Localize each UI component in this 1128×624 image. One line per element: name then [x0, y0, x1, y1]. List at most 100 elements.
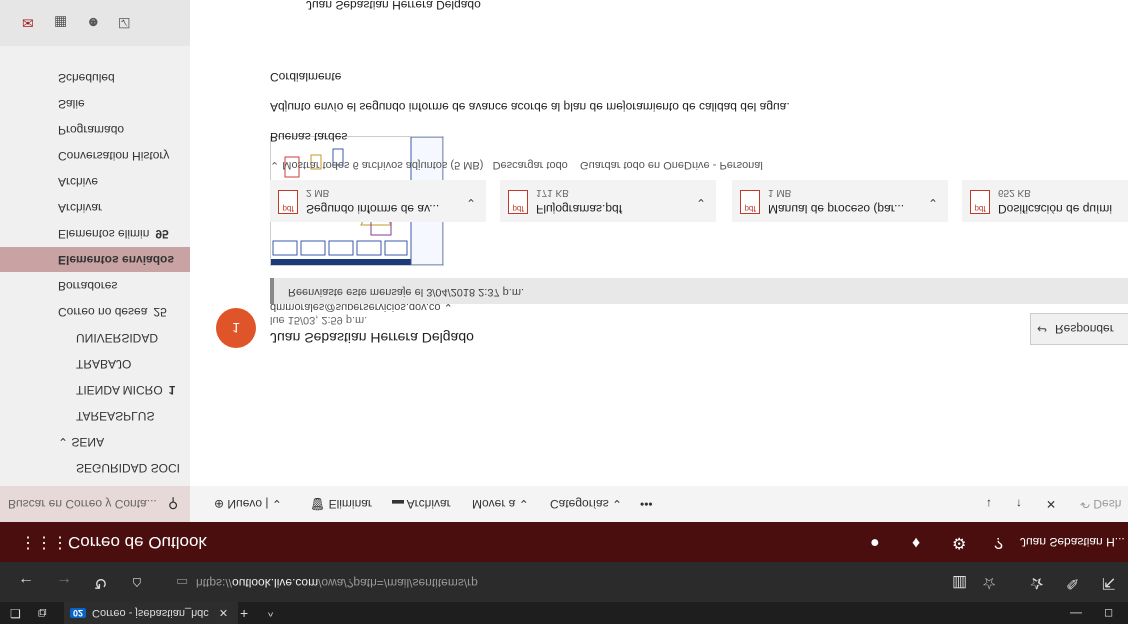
restore-window-icon[interactable]: ❐ [10, 605, 21, 621]
folder-label: UNIVERSIDAD [76, 331, 159, 345]
folder-label: Archive [58, 175, 99, 189]
move-to-button[interactable]: Mover a ⌄ [472, 497, 529, 511]
show-all-attachments-link[interactable]: ⌄ Mostrar todos 6 archivos adjuntos (5 M… [270, 159, 483, 171]
attachment-card[interactable]: pdf Dosificación de quími 652 KB [962, 180, 1128, 222]
reading-view-icon[interactable]: ▥ [952, 574, 967, 591]
folder-label: TAREASPLUS [76, 409, 155, 423]
tab-favicon: 02 [70, 608, 87, 618]
minimize-icon[interactable]: — [1070, 606, 1082, 622]
attachment-card[interactable]: pdf Manual de proceso (par... 1 MB ⌄ [732, 180, 948, 222]
help-icon[interactable]: ? [994, 534, 1003, 551]
folder-item[interactable]: ⌄ SENA [0, 429, 190, 454]
new-button[interactable]: ⊕ Nuevo | ⌄ [214, 497, 282, 511]
folder-item[interactable]: Salie [0, 91, 190, 116]
reply-icon: ↩ [1037, 322, 1048, 336]
notes-icon[interactable]: ✎ [1066, 574, 1079, 591]
attachments-actions: ⌄ Mostrar todos 6 archivos adjuntos (5 M… [270, 159, 763, 172]
arrow-down-icon[interactable]: ↓ [986, 497, 992, 511]
attachment-card[interactable]: pdf Segundo informe de av... 2 MB ⌄ [270, 180, 486, 222]
app-launcher-icon[interactable]: ⋮⋮⋮ [20, 534, 68, 551]
folder-label: Programado [58, 123, 125, 137]
notifications-icon[interactable]: ♦ [912, 534, 920, 551]
new-tab-icon[interactable]: + [240, 606, 248, 622]
chevron-down-icon[interactable]: ⌄ [928, 196, 938, 210]
user-name[interactable]: Juan Sebastian H... [1020, 535, 1125, 549]
archive-button[interactable]: ▬ Archivar [392, 497, 451, 511]
reply-button[interactable]: Responder ↩ [1030, 313, 1128, 345]
browser-tab[interactable]: 02 Correo - jsebastian_hdc ✕ [64, 602, 238, 624]
folder-item[interactable]: Archive [0, 169, 190, 194]
tab-preview-icon[interactable]: ⧉ [38, 605, 47, 621]
forwarded-text: Reenviaste este mensaje el 3/04/2018 2:3… [288, 286, 525, 298]
folder-label: Elementos enviados [58, 253, 175, 267]
folder-item[interactable]: Programado [0, 117, 190, 142]
folder-item[interactable]: Conversation History [0, 143, 190, 168]
folder-item[interactable]: TAREASPLUS [0, 403, 190, 428]
unread-count: 95 [155, 227, 169, 241]
settings-gear-icon[interactable]: ⚙ [952, 534, 966, 551]
mail-icon[interactable]: ✉ [22, 15, 34, 31]
attachment-size: 1 MB [768, 187, 792, 198]
reply-label: Responder [1055, 322, 1114, 336]
reading-pane: 1 Juan Sebastian Herrera Delgado lue 15/… [190, 0, 1128, 486]
more-commands-icon[interactable]: ••• [640, 497, 653, 511]
attachment-card[interactable]: pdf Flujogramas.pdf 171 KB ⌄ [500, 180, 716, 222]
signature: Juan Sebastian Herrera Delgado [306, 0, 481, 12]
folder-label: Borradores [58, 279, 118, 293]
folder-item[interactable]: TRABAJO [0, 351, 190, 376]
attachment-name: Dosificación de quími [998, 202, 1113, 216]
folder-label: TRABAJO [76, 357, 132, 371]
chevron-down-icon[interactable]: ⌄ [696, 196, 706, 210]
back-icon[interactable]: ← [18, 574, 34, 591]
avatar[interactable]: 1 [216, 308, 256, 348]
folder-item[interactable]: UNIVERSIDAD [0, 325, 190, 350]
attachment-name: Manual de proceso (par... [768, 202, 905, 216]
tab-list-icon[interactable]: ^ [268, 604, 273, 620]
refresh-icon[interactable]: ↻ [94, 574, 107, 591]
calendar-icon[interactable]: ▦ [54, 15, 67, 31]
forward-icon[interactable]: → [56, 574, 72, 591]
attachment-size: 652 KB [998, 187, 1031, 198]
people-icon[interactable]: ☻ [86, 15, 101, 31]
folder-item-selected[interactable]: Elementos enviados [0, 247, 190, 272]
favorites-list-icon[interactable]: ✰ [1030, 574, 1043, 591]
chevron-down-icon[interactable]: ⌄ [466, 196, 476, 210]
search-input[interactable]: Buscar en Correo y Conta... ⚲ [0, 486, 190, 522]
tasks-icon[interactable]: ☑ [118, 15, 131, 31]
save-onedrive-link[interactable]: Guardar todo en OneDrive - Personal [580, 159, 763, 171]
sender-name[interactable]: Juan Sebastian Herrera Delgado [270, 330, 474, 346]
tab-close-icon[interactable]: ✕ [219, 607, 228, 620]
folder-item[interactable]: Archivar [0, 195, 190, 220]
window-taskbar: ❐ ⧉ 02 Correo - jsebastian_hdc ✕ + ^ — ◻ [0, 602, 1128, 624]
close-reading-icon[interactable]: ✕ [1046, 497, 1056, 511]
folder-label: Archivar [58, 201, 103, 215]
categories-button[interactable]: Categorías ⌄ [550, 497, 622, 511]
forwarded-notice: Reenviaste este mensaje el 3/04/2018 2:3… [270, 278, 1128, 304]
pdf-file-icon: pdf [970, 190, 990, 214]
folder-item[interactable]: Borradores [0, 273, 190, 298]
folder-label: TIENDA MICRO [76, 383, 163, 397]
folder-item[interactable]: Elementos elimin 95 [0, 221, 190, 246]
share-icon[interactable]: ⇱ [1102, 574, 1115, 591]
folder-item[interactable]: Scheduled [0, 65, 190, 90]
maximize-icon[interactable]: ◻ [1104, 605, 1113, 621]
folder-label: Conversation History [58, 149, 170, 163]
attachment-name: Segundo informe de av... [306, 202, 440, 216]
download-all-link[interactable]: Descargar todo [493, 159, 568, 171]
show-all-label: Mostrar todos 6 archivos adjuntos (5 MB) [282, 159, 484, 171]
closing: Cordialmente [270, 70, 342, 84]
folder-item[interactable]: Correo no desea 25 [0, 299, 190, 324]
body-text: Adjunto envío el segundo informe de avan… [270, 100, 790, 114]
skype-icon[interactable]: ● [870, 534, 880, 551]
delete-button[interactable]: 🗑 Eliminar [310, 497, 372, 511]
home-icon[interactable]: ⌂ [132, 574, 142, 591]
favorite-star-icon[interactable]: ☆ [982, 574, 996, 591]
folder-item[interactable]: SEGURIDAD SOCI [0, 455, 190, 480]
search-icon[interactable]: ⚲ [168, 496, 178, 512]
message-date: lue 15/03, 2:59 p.m. [270, 314, 368, 326]
undo-button[interactable]: ↶ Desh [1080, 497, 1121, 511]
address-field[interactable]: https://outlook.live.com/owa/?path=/mail… [196, 576, 478, 590]
folder-item[interactable]: TIENDA MICRO 1 [0, 377, 190, 402]
arrow-up-icon[interactable]: ↑ [1016, 497, 1022, 511]
app-title[interactable]: Correo de Outlook [68, 532, 207, 552]
